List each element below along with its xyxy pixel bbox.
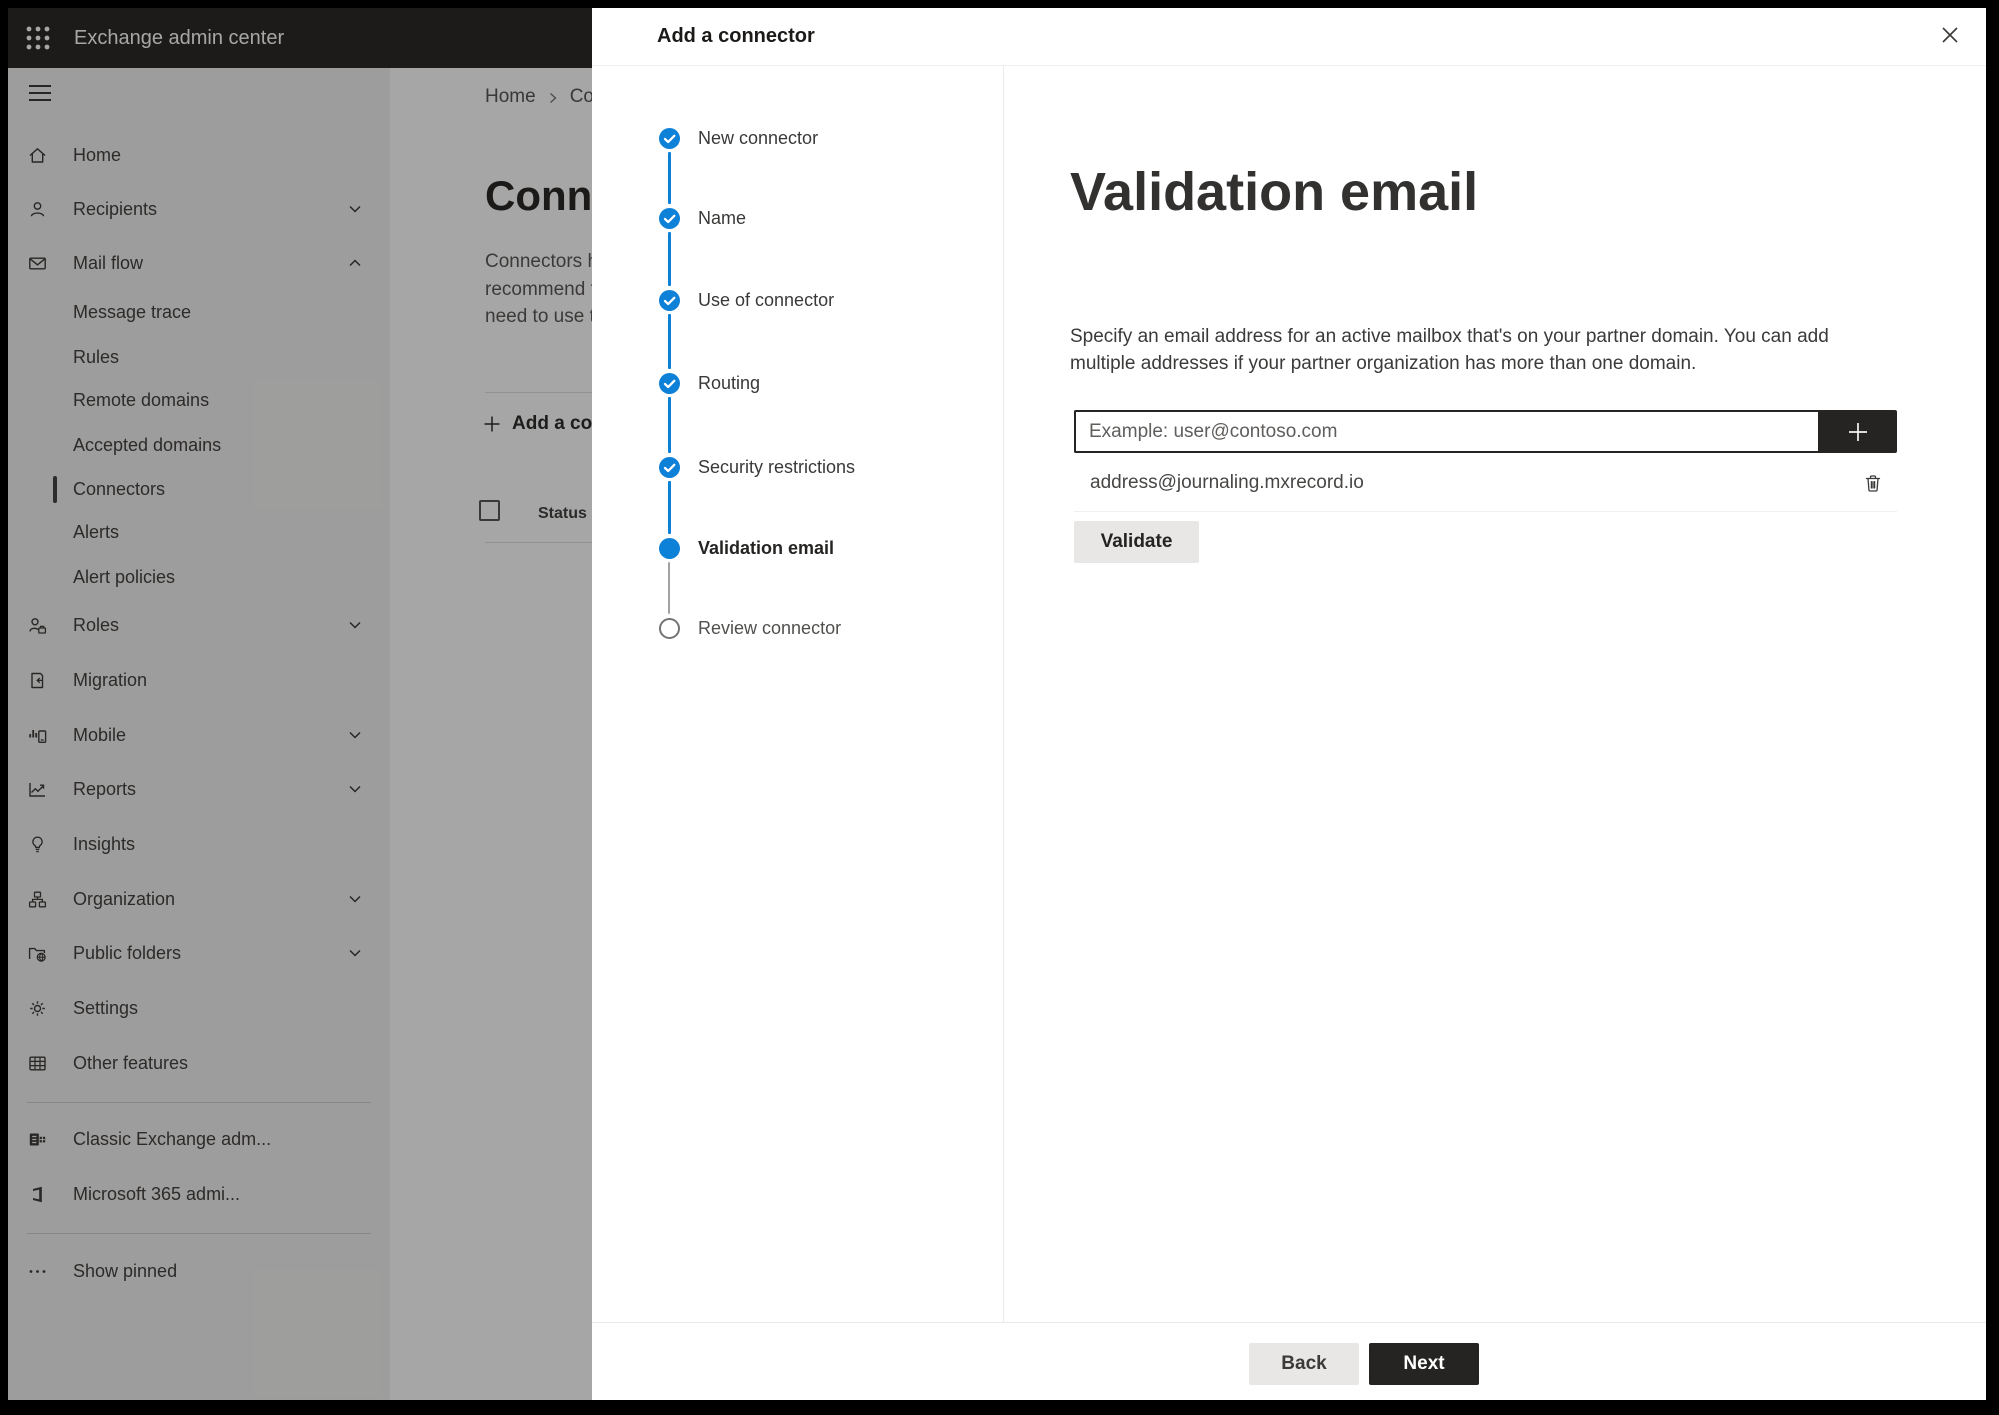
close-icon (1942, 27, 1958, 43)
step-use-of-connector[interactable]: Use of connector (592, 280, 834, 320)
step-complete-icon (659, 456, 680, 478)
step-label: Security restrictions (698, 456, 856, 477)
plus-icon (1848, 422, 1867, 441)
step-label: New connector (698, 127, 819, 148)
next-button[interactable]: Next (1369, 1343, 1479, 1385)
footer-divider (592, 1322, 1986, 1323)
email-input-row (1074, 410, 1897, 453)
step-connector-line (668, 397, 671, 453)
step-label: Name (698, 207, 747, 228)
panel-title: Add a connector (657, 25, 815, 47)
screenshot-frame: Exchange admin center Home Recipients Ma… (0, 0, 1999, 1415)
app-window: Exchange admin center Home Recipients Ma… (8, 8, 1986, 1400)
stepper-divider (1003, 65, 1004, 1322)
close-button[interactable] (1938, 23, 1962, 47)
step-upcoming-icon (659, 617, 680, 639)
step-label: Routing (698, 372, 761, 393)
step-connector-line (668, 152, 671, 204)
step-heading: Validation email (1070, 162, 1479, 222)
step-connector-line (668, 314, 671, 369)
step-review-connector[interactable]: Review connector (592, 608, 841, 648)
delete-address-button[interactable] (1861, 471, 1885, 495)
step-current-icon (659, 537, 680, 559)
step-security-restrictions[interactable]: Security restrictions (592, 447, 855, 487)
step-label: Validation email (698, 537, 835, 558)
validation-email-input[interactable] (1074, 410, 1818, 453)
validate-button[interactable]: Validate (1074, 521, 1199, 563)
step-connector-line (668, 232, 671, 286)
step-connector-line (668, 562, 670, 614)
email-address-row: address@journaling.mxrecord.io (1074, 455, 1897, 512)
trash-icon (1865, 475, 1881, 492)
add-connector-panel: Add a connector New connector Name Use o… (592, 8, 1986, 1400)
panel-header-divider (592, 65, 1986, 66)
step-complete-icon (659, 207, 680, 229)
step-complete-icon (659, 127, 680, 149)
add-email-button[interactable] (1818, 410, 1897, 453)
email-address: address@journaling.mxrecord.io (1090, 472, 1364, 493)
back-button[interactable]: Back (1249, 1343, 1359, 1385)
step-label: Use of connector (698, 289, 835, 310)
step-complete-icon (659, 372, 680, 394)
step-label: Review connector (698, 617, 842, 638)
step-complete-icon (659, 289, 680, 311)
step-validation-email[interactable]: Validation email (592, 528, 834, 568)
step-routing[interactable]: Routing (592, 363, 760, 403)
step-description: Specify an email address for an active m… (1070, 326, 1829, 374)
step-new-connector[interactable]: New connector (592, 118, 818, 158)
step-connector-line (668, 481, 671, 534)
